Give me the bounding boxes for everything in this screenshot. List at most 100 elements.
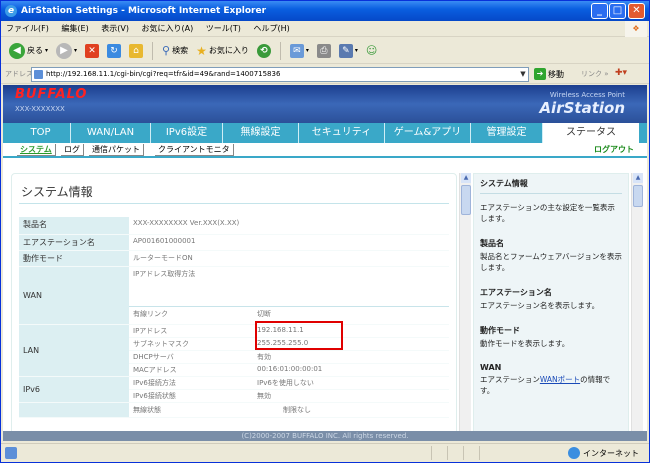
nav-security[interactable]: セキュリティ — [299, 123, 385, 143]
main-scrollbar[interactable]: ▲ ▼ — [459, 173, 471, 441]
help-text-part: エアステーション — [480, 375, 540, 384]
menu-favorites[interactable]: お気に入り(A) — [137, 21, 199, 37]
nav-game-app[interactable]: ゲーム&アプリ — [385, 123, 471, 143]
address-dropdown-icon[interactable]: ▼ — [518, 68, 528, 81]
row-label: IPv6 — [19, 376, 129, 403]
edit-button[interactable]: ✎ ▾ — [337, 40, 360, 62]
highlight-box — [255, 321, 343, 350]
row-value: 無効 — [253, 389, 449, 403]
history-icon: ⟲ — [256, 43, 271, 58]
subnav-system[interactable]: システム — [17, 144, 56, 156]
menu-view[interactable]: 表示(V) — [96, 21, 134, 37]
go-button[interactable]: ➔ 移動 — [534, 68, 564, 80]
logout-link[interactable]: ログアウト — [591, 144, 637, 156]
table-row: LAN IPアドレス 192.168.11.1 — [19, 324, 449, 377]
links-menu-icon[interactable]: ✚▾ — [615, 68, 627, 78]
favorites-label: お気に入り — [208, 46, 249, 55]
table-row: 製品名 XXX-XXXXXXXX Ver.XXX(X.XX) — [19, 217, 449, 235]
toolbar-separator — [279, 41, 281, 60]
help-heading: WAN — [480, 363, 502, 372]
nav-top[interactable]: TOP — [11, 123, 71, 143]
subnav-client-monitor[interactable]: クライアントモニタ — [155, 144, 234, 156]
airstation-logo: AirStation — [539, 99, 625, 117]
title-divider — [19, 203, 449, 204]
scroll-thumb[interactable] — [461, 185, 471, 215]
table-row: エアステーション名 AP001601000001 — [19, 234, 449, 251]
messenger-icon: ☺ — [365, 44, 378, 57]
table-row: WAN IPアドレス取得方法 — [19, 266, 449, 325]
back-arrow-icon: ◀ — [9, 42, 25, 59]
address-input[interactable]: http://192.168.11.1/cgi-bin/cgi?req=tfr&… — [31, 67, 529, 82]
menu-file[interactable]: ファイル(F) — [1, 21, 54, 37]
help-panel: システム情報 エアステーションの主な設定を一覧表示します。 製品名 製品名とファ… — [473, 173, 629, 441]
go-arrow-icon: ➔ — [534, 68, 546, 80]
search-icon: ⚲ — [162, 44, 171, 57]
table-row: 無線状態 制限なし — [19, 402, 449, 418]
messenger-button[interactable]: ☺ — [364, 40, 379, 62]
forward-button[interactable]: ▶ ▾ — [54, 40, 79, 62]
links-button[interactable]: リンク » — [581, 69, 609, 79]
row-value: 有効 — [253, 350, 449, 364]
nav-status[interactable]: ステータス — [543, 123, 639, 143]
close-button[interactable]: ✕ — [628, 3, 645, 19]
minimize-button[interactable]: _ — [591, 3, 608, 19]
page-header: BUFFALO XXX-XXXXXXX Wireless Access Poin… — [3, 85, 647, 123]
search-button[interactable]: ⚲ 検索 — [160, 40, 190, 62]
mail-button[interactable]: ✉ ▾ — [288, 40, 311, 62]
address-bar: アドレス(D) http://192.168.11.1/cgi-bin/cgi?… — [1, 65, 649, 84]
row-value: 00:16:01:00:00:01 — [253, 363, 449, 377]
help-scrollbar[interactable]: ▲ ▼ — [631, 173, 643, 441]
favorites-button[interactable]: ★ お気に入り — [194, 40, 251, 62]
system-info-table: 製品名 XXX-XXXXXXXX Ver.XXX(X.XX) エアステーション名… — [19, 217, 449, 418]
row-label — [19, 402, 129, 418]
edit-icon: ✎ — [338, 43, 353, 58]
print-button[interactable]: ⎙ — [315, 40, 333, 62]
home-button[interactable]: ⌂ — [127, 40, 145, 62]
scroll-up-icon[interactable]: ▲ — [633, 173, 643, 183]
menu-edit[interactable]: 編集(E) — [56, 21, 93, 37]
internet-zone-icon — [568, 447, 580, 459]
row-label: 動作モード — [19, 250, 129, 267]
nav-ipv6[interactable]: IPv6設定 — [151, 123, 223, 143]
subnav-packets[interactable]: 通信パケット — [89, 144, 144, 156]
wan-port-link[interactable]: WANポート — [540, 375, 580, 384]
row-label: 製品名 — [19, 217, 129, 235]
title-bar: e AirStation Settings - Microsoft Intern… — [1, 1, 649, 21]
forward-arrow-icon: ▶ — [56, 42, 73, 59]
back-button[interactable]: ◀ 戻る ▾ — [7, 40, 50, 62]
row-key: 無線状態 — [129, 402, 253, 418]
refresh-button[interactable]: ↻ — [105, 40, 123, 62]
scroll-up-icon[interactable]: ▲ — [461, 173, 471, 183]
row-label: エアステーション名 — [19, 234, 129, 251]
row-value: AP001601000001 — [129, 234, 449, 251]
row-label: WAN — [19, 266, 129, 325]
nav-wireless[interactable]: 無線設定 — [223, 123, 299, 143]
row-key: IPアドレス — [129, 324, 253, 338]
stop-button[interactable]: ✕ — [83, 40, 101, 62]
menu-help[interactable]: ヘルプ(H) — [248, 21, 294, 37]
maximize-button[interactable]: □ — [609, 3, 626, 19]
star-icon: ★ — [196, 43, 207, 58]
nav-admin[interactable]: 管理設定 — [471, 123, 543, 143]
row-value: 制限なし — [253, 402, 449, 418]
windows-logo-icon: ❖ — [625, 21, 647, 37]
copyright-footer: (C)2000-2007 BUFFALO INC. All rights res… — [3, 431, 647, 441]
page-icon — [34, 70, 43, 79]
table-row: 動作モード ルーターモードON — [19, 250, 449, 267]
home-icon: ⌂ — [129, 43, 144, 58]
row-key: IPv6接続状態 — [129, 389, 253, 403]
help-heading: 動作モード — [480, 326, 520, 335]
nav-wan-lan[interactable]: WAN/LAN — [71, 123, 151, 143]
zone-label: インターネット — [583, 448, 639, 458]
menu-tools[interactable]: ツール(T) — [201, 21, 246, 37]
sub-nav: システム ログ 通信パケット クライアントモニタ ログアウト — [3, 143, 647, 158]
row-key: DHCPサーバ — [129, 350, 253, 364]
help-text: エアステーションWANポートの情報で す。 — [480, 374, 622, 396]
page-status-icon — [5, 447, 17, 459]
window-title: AirStation Settings - Microsoft Internet… — [21, 6, 267, 16]
row-key: MACアドレス — [129, 363, 253, 377]
menu-bar: ファイル(F) 編集(E) 表示(V) お気に入り(A) ツール(T) ヘルプ(… — [1, 21, 649, 37]
history-button[interactable]: ⟲ — [255, 40, 273, 62]
scroll-thumb[interactable] — [633, 185, 643, 207]
subnav-log[interactable]: ログ — [61, 144, 84, 156]
